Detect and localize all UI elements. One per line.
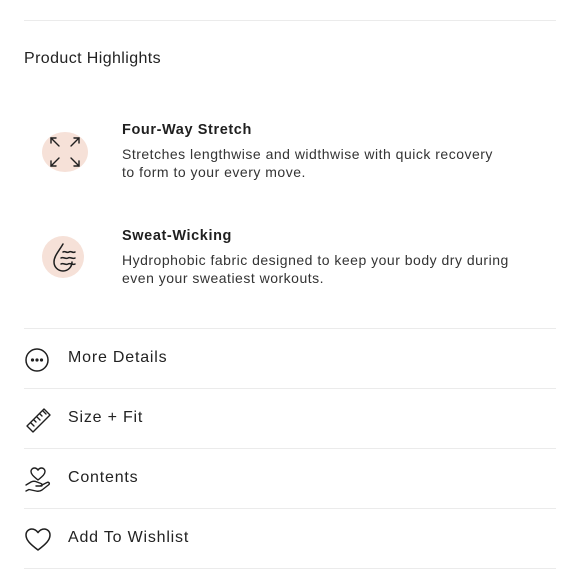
- row-label: Add To Wishlist: [68, 529, 190, 546]
- feature-title: Four-Way Stretch: [122, 122, 252, 138]
- feature-description: Stretches lengthwise and widthwise with …: [122, 146, 562, 181]
- section-title: Product Highlights: [24, 50, 162, 67]
- size-fit-row[interactable]: Size + Fit: [24, 389, 556, 449]
- row-label: Contents: [68, 469, 139, 486]
- row-label: Size + Fit: [68, 409, 144, 426]
- contents-row[interactable]: Contents: [24, 449, 556, 509]
- add-to-wishlist-row[interactable]: Add To Wishlist: [24, 509, 556, 569]
- sweat-drop-icon: [42, 236, 88, 278]
- heart-icon: [25, 528, 51, 551]
- more-details-row[interactable]: More Details: [24, 329, 556, 389]
- feature-description: Hydrophobic fabric designed to keep your…: [122, 252, 562, 287]
- feature-desc-line: to form to your every move.: [122, 163, 306, 180]
- ruler-icon: [26, 408, 51, 433]
- four-way-arrows-icon: [42, 132, 88, 172]
- row-label: More Details: [68, 349, 168, 366]
- more-dots-icon: [25, 348, 49, 372]
- top-divider: [24, 20, 556, 21]
- feature-desc-line: Stretches lengthwise and widthwise with …: [122, 146, 493, 162]
- feature-desc-line: even your sweatiest workouts.: [122, 269, 325, 286]
- row-divider: [24, 568, 556, 569]
- feature-title: Sweat-Wicking: [122, 228, 232, 244]
- hand-heart-icon: [25, 467, 51, 492]
- feature-desc-line: Hydrophobic fabric designed to keep your…: [122, 252, 509, 268]
